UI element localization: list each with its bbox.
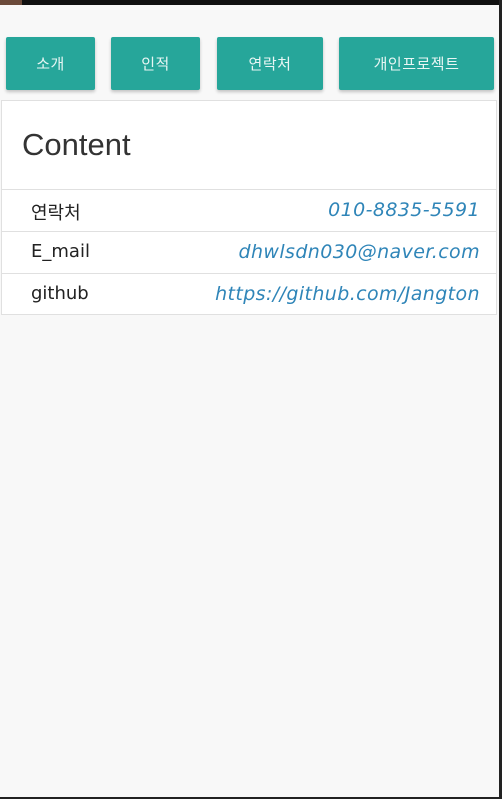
top-nav: 소개 인적 연락처 개인프로젝트	[0, 37, 502, 91]
nav-button-contact-label: 연락처	[248, 55, 292, 73]
row-value-email[interactable]: dhwlsdn030@naver.com	[239, 241, 481, 263]
contact-row-phone: 연락처 010-8835-5591	[2, 189, 496, 231]
nav-button-projects-label: 개인프로젝트	[373, 55, 460, 73]
window-top-edge	[0, 0, 502, 5]
row-label-email: E_mail	[31, 241, 90, 262]
contact-row-email: E_mail dhwlsdn030@naver.com	[2, 231, 496, 273]
nav-button-contact[interactable]: 연락처	[217, 37, 323, 90]
nav-button-personal[interactable]: 인적	[111, 37, 200, 90]
row-label-github: github	[31, 283, 89, 304]
nav-button-projects[interactable]: 개인프로젝트	[339, 37, 494, 90]
contact-row-github: github https://github.com/Jangton	[2, 273, 496, 315]
card-title: Content	[22, 127, 131, 162]
nav-button-intro[interactable]: 소개	[6, 37, 95, 90]
row-label-phone: 연락처	[31, 203, 81, 224]
row-value-phone[interactable]: 010-8835-5591	[328, 199, 480, 221]
contact-card: Content 연락처 010-8835-5591 E_mail dhwlsdn…	[1, 100, 497, 315]
nav-button-intro-label: 소개	[36, 55, 65, 73]
row-value-github[interactable]: https://github.com/Jangton	[215, 283, 480, 305]
nav-button-personal-label: 인적	[141, 55, 170, 73]
